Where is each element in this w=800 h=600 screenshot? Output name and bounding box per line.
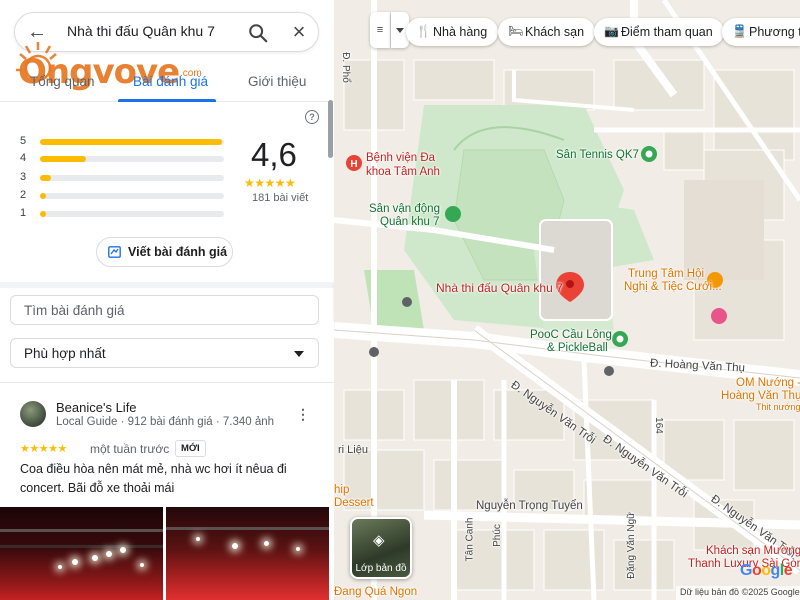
tab-overview[interactable]: Tổng quan <box>30 74 95 89</box>
rating-row-label: 3 <box>20 171 27 183</box>
layers-icon: ◈ <box>373 532 385 549</box>
rating-bar-track <box>40 175 224 181</box>
reviewer-name[interactable]: Beanice's Life <box>56 400 137 415</box>
average-rating: 4,6 <box>251 136 297 173</box>
transit-icon: 🚆 <box>732 24 747 38</box>
map-label-badminton[interactable]: PooC Cầu Lông <box>530 329 612 341</box>
hotel-icon: 🛏 <box>508 24 524 38</box>
review-search-placeholder: Tìm bài đánh giá <box>24 303 125 318</box>
tab-bar: Tổng quan Bài đánh giá Giới thiệu <box>0 66 334 102</box>
svg-text:H: H <box>350 159 357 170</box>
rating-bar-fill <box>40 139 223 145</box>
sort-dropdown[interactable]: Phù hợp nhất <box>10 338 319 368</box>
map-label-street: Nguyễn Trọng Tuyển <box>476 500 583 512</box>
map-label-restaurant[interactable]: Đang Quá Ngon <box>334 586 417 598</box>
rating-row-label: 1 <box>20 207 27 219</box>
help-icon[interactable]: ? <box>305 110 319 124</box>
restaurant-icon: 🍴 <box>416 24 431 38</box>
reviewer-meta: Local Guide · 912 bài đánh giá · 7.340 ả… <box>56 416 275 428</box>
map-label-hospital[interactable]: khoa Tâm Anh <box>366 166 440 178</box>
chip-restaurants[interactable]: 🍴 Nhà hàng <box>406 18 499 46</box>
camera-icon: 📷 <box>604 24 619 38</box>
caret-down-icon <box>294 351 304 357</box>
chip-transit[interactable]: 🚆 Phương ti <box>722 18 800 46</box>
map-layer-toggle[interactable]: ≡ <box>370 12 390 48</box>
review-text: Coa điều hòa nên mát mẻ, nhà wc hơi ít n… <box>20 462 287 495</box>
rating-bar-fill <box>40 175 52 181</box>
review-search-input[interactable]: Tìm bài đánh giá <box>10 295 319 325</box>
map-label-street: Đ. Phổ <box>339 52 351 83</box>
map-label-convention-center[interactable]: Trung Tâm Hội <box>628 268 704 280</box>
place-panel: ← Nhà thi đấu Quân khu 7 × Ongvove .com … <box>0 0 334 600</box>
search-input[interactable]: Nhà thi đấu Quân khu 7 <box>67 23 215 39</box>
map-label-hospital[interactable]: Bệnh viện Đa <box>366 152 435 164</box>
map-canvas[interactable]: H Bệnh viện Đa khoa Tâm Anh Sân Tennis Q… <box>334 0 800 600</box>
rating-row-label: 4 <box>20 152 27 164</box>
avatar[interactable] <box>20 401 46 427</box>
map-label-street: ri Liệu <box>338 444 368 456</box>
map-label-street: Tân Canh <box>464 517 476 562</box>
chip-label: Phương ti <box>749 25 800 39</box>
search-icon[interactable] <box>247 22 269 44</box>
sort-selected-value: Phù hợp nhất <box>24 346 106 361</box>
chip-hotels[interactable]: 🛏 Khách sạn <box>498 18 596 46</box>
chip-label: Nhà hàng <box>433 25 488 39</box>
map-label-hotel[interactable]: Khách sạn Mường <box>706 545 800 557</box>
average-stars: ★★★★★ <box>244 176 296 190</box>
rating-bar-fill <box>40 211 46 217</box>
map-label-dessert[interactable]: hip <box>334 484 349 496</box>
map-label-badminton[interactable]: & PickleBall <box>547 342 608 354</box>
map-label-street: Phúc <box>491 524 503 547</box>
close-icon[interactable]: × <box>287 20 311 44</box>
rating-row-label: 5 <box>20 135 27 147</box>
map-label-restaurant: Thit nướng <box>756 402 800 412</box>
chip-label: Khách sạn <box>525 25 585 39</box>
section-divider <box>0 382 334 383</box>
map-label-dessert[interactable]: Dessert <box>334 497 374 509</box>
map-label-stadium[interactable]: Sân vận động <box>369 203 440 215</box>
map-label-street: 164 <box>652 417 664 434</box>
review-time: một tuần trước <box>90 442 170 456</box>
chip-attractions[interactable]: 📷 Điểm tham quan <box>594 18 724 46</box>
map-layers-button[interactable]: ◈ Lớp bản đồ <box>350 517 412 579</box>
rating-bar-fill <box>40 193 46 199</box>
map-label-street: Đặng Văn Ngữ <box>625 512 637 579</box>
review-photo[interactable] <box>0 507 163 600</box>
map-label-restaurant[interactable]: OM Nướng - <box>736 377 800 389</box>
google-logo: Google <box>740 562 793 579</box>
map-label-arena[interactable]: Nhà thi đấu Quân khu 7 <box>436 281 563 295</box>
rating-bar-track <box>40 156 224 162</box>
back-arrow-icon[interactable]: ← <box>25 21 49 45</box>
review-stars: ★★★★★ <box>20 443 67 455</box>
rating-bar-track <box>40 193 224 199</box>
active-tab-indicator <box>118 99 216 102</box>
section-divider <box>0 282 334 288</box>
map-label-tennis[interactable]: Sân Tennis QK7 <box>556 149 639 161</box>
rating-bar-track <box>40 211 224 217</box>
tab-reviews[interactable]: Bài đánh giá <box>133 74 208 89</box>
review-edit-icon <box>108 246 121 258</box>
map-label-convention-center[interactable]: Nghị & Tiệc Cưới... <box>624 281 722 293</box>
write-review-label: Viết bài đánh giá <box>128 245 228 259</box>
rating-bar-fill <box>40 156 86 162</box>
search-box[interactable]: ← Nhà thi đấu Quân khu 7 × <box>14 12 319 52</box>
rating-row-label: 2 <box>20 189 27 201</box>
tab-about[interactable]: Giới thiệu <box>248 74 306 89</box>
panel-scrollbar[interactable] <box>328 100 333 158</box>
chip-label: Điểm tham quan <box>621 25 713 39</box>
map-attribution[interactable]: Dữ liệu bản đồ ©2025 Google Toàn <box>676 586 800 600</box>
review-photo[interactable] <box>166 507 329 600</box>
write-review-button[interactable]: Viết bài đánh giá <box>96 237 233 267</box>
review-count: 181 bài viết <box>252 192 309 204</box>
layers-label: Lớp bản đồ <box>355 563 407 574</box>
map-label-stadium[interactable]: Quân khu 7 <box>380 216 439 228</box>
new-badge: MỚI <box>175 440 206 457</box>
map-label-restaurant[interactable]: Hoàng Văn Thụ <box>721 390 800 402</box>
more-vert-icon[interactable]: ⋮ <box>296 405 310 423</box>
rating-bar-track <box>40 139 224 145</box>
